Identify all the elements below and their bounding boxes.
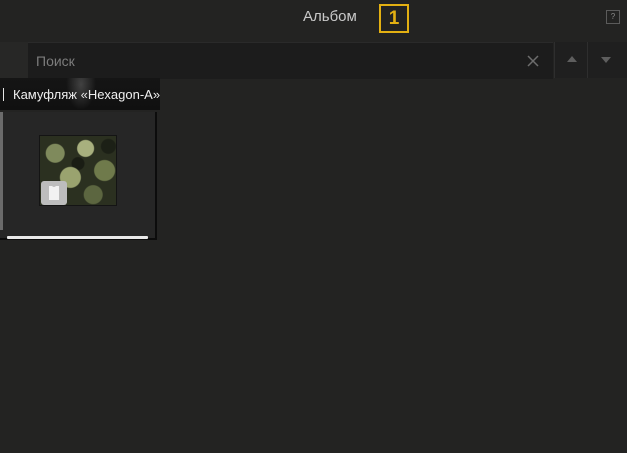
- album-item-card[interactable]: [0, 112, 157, 240]
- card-selection-accent: [0, 112, 3, 230]
- search-bar: [0, 42, 627, 79]
- title-bar: Альбом 1 ?: [0, 0, 627, 38]
- search-input[interactable]: [36, 43, 516, 79]
- album-window: Альбом 1 ? Камуфляж «Hexagon-A»: [0, 0, 627, 453]
- previous-result-button[interactable]: [554, 42, 587, 78]
- next-result-button[interactable]: [587, 42, 627, 78]
- window-title: Альбом: [303, 8, 357, 25]
- search-left-spacer: [0, 42, 28, 78]
- clear-search-icon[interactable]: [525, 53, 541, 69]
- arrow-up-icon: [567, 56, 577, 62]
- help-button[interactable]: ?: [606, 10, 620, 24]
- arrow-down-icon: [601, 57, 611, 63]
- hexagon-camouflage-thumbnail: [39, 135, 117, 206]
- shirt-icon: [41, 181, 67, 205]
- page-number-badge: 1: [379, 4, 409, 33]
- header-glow: [66, 78, 96, 110]
- search-box: [28, 42, 553, 79]
- group-header-marker: [3, 88, 4, 101]
- card-progress-bar: [7, 236, 148, 239]
